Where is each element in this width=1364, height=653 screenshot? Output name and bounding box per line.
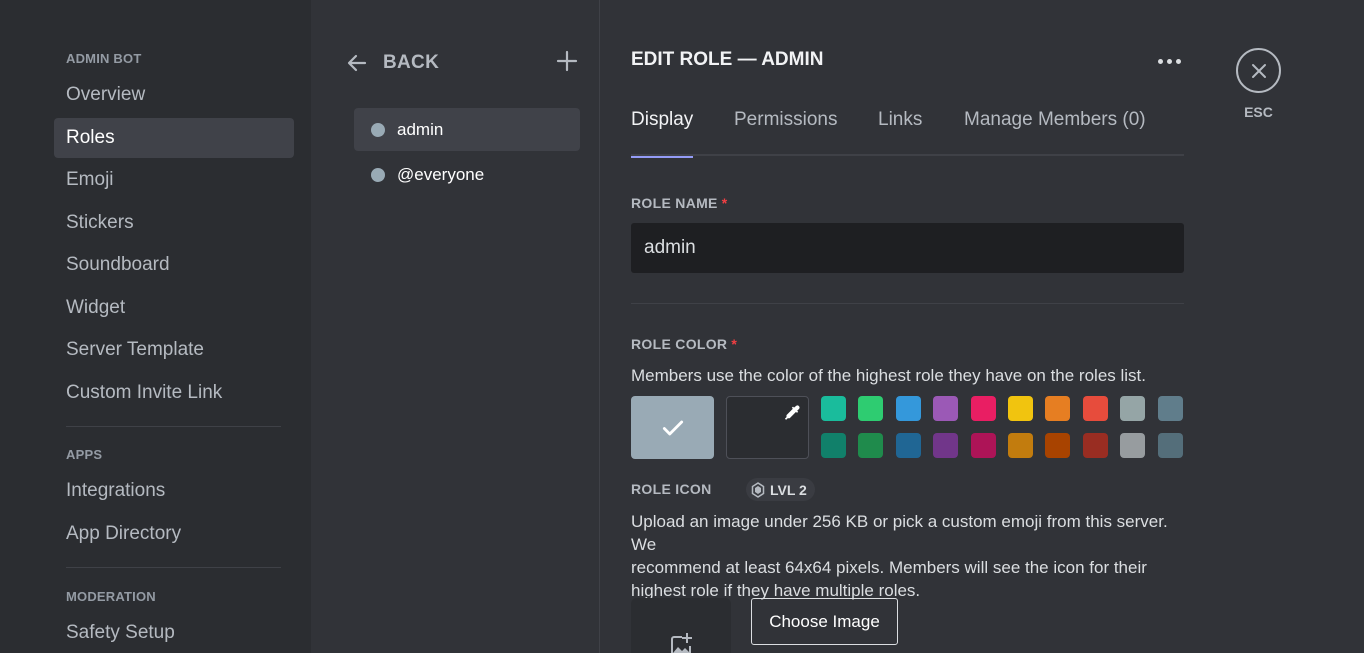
color-swatch[interactable]	[1157, 396, 1183, 421]
role-icon-upload[interactable]	[631, 598, 731, 653]
tab-manage-members[interactable]: Manage Members (0)	[964, 104, 1146, 156]
add-role-icon[interactable]	[555, 49, 579, 73]
default-color-swatch[interactable]	[631, 396, 714, 459]
sidebar-header-moderation: MODERATION	[66, 589, 156, 604]
role-item-everyone[interactable]: @everyone	[354, 153, 580, 196]
required-marker: *	[721, 195, 728, 211]
color-swatch[interactable]	[1007, 433, 1033, 458]
tab-permissions[interactable]: Permissions	[734, 104, 837, 156]
sidebar-header-apps: APPS	[66, 447, 103, 462]
back-label: BACK	[383, 52, 440, 73]
sidebar-item-server-template[interactable]: Server Template	[54, 330, 294, 370]
esc-label: ESC	[1244, 104, 1273, 120]
color-swatch[interactable]	[1045, 433, 1071, 458]
color-swatch[interactable]	[970, 396, 996, 421]
sidebar-item-widget[interactable]: Widget	[54, 288, 294, 328]
section-divider	[631, 303, 1184, 304]
color-swatch-grid	[821, 396, 1184, 459]
more-options-button[interactable]	[1156, 50, 1182, 72]
color-swatch[interactable]	[1157, 433, 1183, 458]
boost-gem-icon	[751, 481, 765, 498]
role-item-label: admin	[397, 119, 444, 139]
roles-list-panel: BACK admin @everyone	[311, 0, 600, 653]
sidebar-item-app-directory[interactable]: App Directory	[54, 514, 294, 554]
role-color-dot	[371, 122, 385, 137]
color-swatch[interactable]	[933, 433, 959, 458]
back-button[interactable]: BACK	[345, 48, 439, 78]
custom-color-swatch[interactable]	[726, 396, 809, 459]
role-color-label: ROLE COLOR *	[631, 336, 737, 352]
role-item-label: @everyone	[397, 164, 485, 184]
role-icon-description: Upload an image under 256 KB or pick a c…	[631, 510, 1184, 602]
choose-image-button[interactable]: Choose Image	[751, 598, 898, 645]
tab-display[interactable]: Display	[631, 104, 694, 158]
role-name-label: ROLE NAME *	[631, 195, 727, 211]
role-tabs: Display Permissions Links Manage Members…	[631, 104, 1184, 158]
sidebar-item-roles[interactable]: Roles	[54, 118, 294, 158]
more-icon	[1157, 58, 1181, 64]
role-icon-description-line: recommend at least 64x64 pixels. Members…	[631, 558, 1147, 577]
role-color-dot	[371, 167, 385, 182]
eyedropper-icon	[784, 405, 800, 420]
sidebar-item-soundboard[interactable]: Soundboard	[54, 245, 294, 285]
color-swatch[interactable]	[1082, 433, 1108, 458]
settings-sidebar: ADMIN BOT Overview Roles Emoji Stickers …	[0, 0, 311, 653]
color-swatch[interactable]	[858, 433, 884, 458]
sidebar-item-overview[interactable]: Overview	[54, 75, 294, 115]
boost-level-text: LVL 2	[770, 481, 807, 498]
role-name-input[interactable]	[631, 223, 1184, 273]
color-swatch[interactable]	[821, 396, 846, 421]
tab-links[interactable]: Links	[878, 104, 922, 156]
role-icon-label: ROLE ICON	[631, 481, 712, 497]
close-button[interactable]	[1236, 48, 1281, 93]
color-swatch[interactable]	[895, 396, 921, 421]
role-item-admin[interactable]: admin	[354, 108, 580, 151]
sidebar-item-emoji[interactable]: Emoji	[54, 160, 294, 200]
sidebar-item-safety-setup[interactable]: Safety Setup	[54, 613, 294, 653]
arrow-left-icon	[347, 54, 367, 72]
color-swatch[interactable]	[933, 396, 959, 421]
color-swatch[interactable]	[970, 433, 996, 458]
color-swatch[interactable]	[895, 433, 921, 458]
boost-level-badge: LVL 2	[746, 478, 815, 501]
sidebar-separator	[66, 426, 281, 427]
page-title: EDIT ROLE — ADMIN	[631, 49, 824, 70]
required-marker: *	[731, 336, 738, 352]
color-swatch[interactable]	[1007, 396, 1033, 421]
color-swatch[interactable]	[1082, 396, 1108, 421]
role-color-label-text: ROLE COLOR	[631, 336, 728, 352]
close-icon	[1251, 63, 1266, 78]
color-swatch[interactable]	[821, 433, 846, 458]
image-add-icon	[671, 633, 692, 653]
role-name-label-text: ROLE NAME	[631, 195, 718, 211]
color-swatch[interactable]	[1045, 396, 1071, 421]
sidebar-separator	[66, 567, 281, 568]
sidebar-item-custom-invite-link[interactable]: Custom Invite Link	[54, 373, 294, 413]
color-swatch[interactable]	[1120, 396, 1146, 421]
check-icon	[662, 420, 683, 435]
color-swatch[interactable]	[858, 396, 884, 421]
color-swatch[interactable]	[1120, 433, 1146, 458]
sidebar-header-server: ADMIN BOT	[66, 51, 142, 66]
role-color-description: Members use the color of the highest rol…	[631, 366, 1146, 385]
sidebar-item-integrations[interactable]: Integrations	[54, 471, 294, 511]
role-icon-description-line: Upload an image under 256 KB or pick a c…	[631, 512, 1168, 554]
sidebar-item-stickers[interactable]: Stickers	[54, 203, 294, 243]
